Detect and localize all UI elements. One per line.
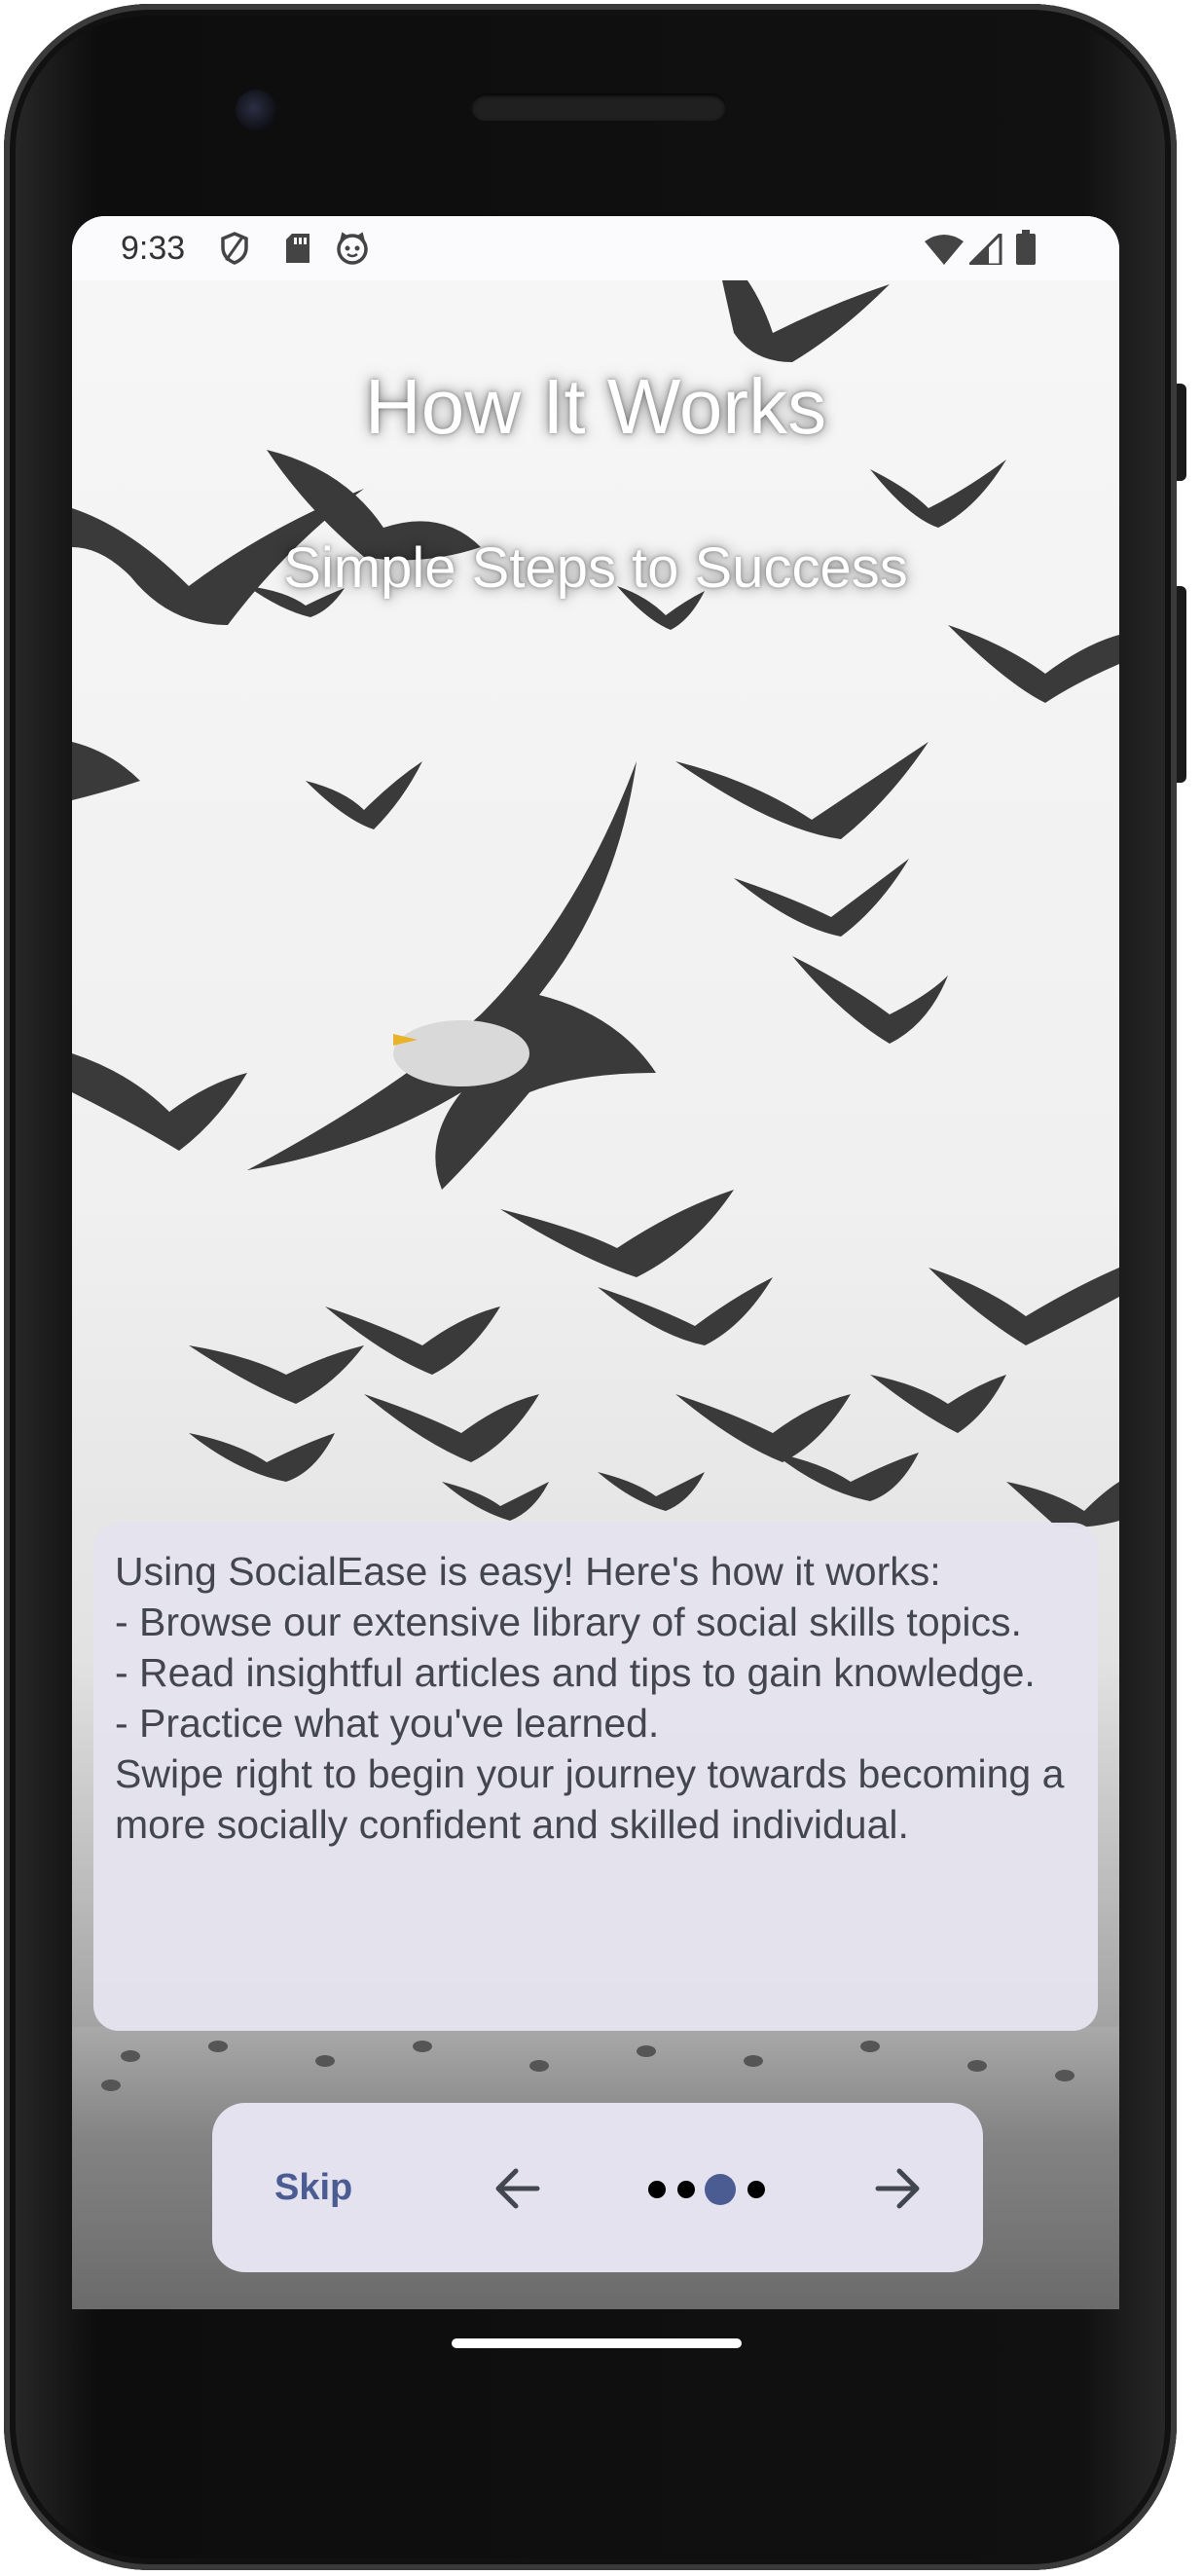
earpiece-speaker: [471, 93, 726, 121]
description-line: Swipe right to begin your journey toward…: [115, 1751, 1065, 1847]
wifi-icon: [925, 235, 964, 265]
description-line: Using SocialEase is easy! Here's how it …: [115, 1549, 941, 1594]
description-line: - Browse our extensive library of social…: [115, 1600, 1022, 1644]
home-indicator[interactable]: [452, 2338, 742, 2348]
face-icon: [337, 232, 368, 265]
onboarding-navigation-bar: Skip: [212, 2103, 983, 2272]
skip-button[interactable]: Skip: [274, 2167, 352, 2209]
status-time: 9:33: [121, 230, 186, 267]
battery-icon: [1016, 230, 1036, 265]
app-screen: 9:33 How It Works Simple Steps to Succes…: [72, 216, 1119, 2309]
page-dot: [648, 2181, 666, 2198]
volume-button: [1177, 586, 1186, 783]
sd-card-icon: [286, 234, 310, 263]
phone-frame: 9:33 How It Works Simple Steps to Succes…: [4, 4, 1186, 2570]
status-bar: 9:33: [72, 216, 1119, 280]
arrow-right-icon[interactable]: [860, 2152, 934, 2226]
page-subtitle: Simple Steps to Success: [283, 536, 908, 600]
power-button: [1177, 384, 1186, 481]
front-camera: [236, 90, 276, 130]
page-dot-active: [705, 2174, 736, 2205]
page-dot: [747, 2181, 765, 2198]
page-title: How It Works: [364, 363, 827, 450]
shield-icon: [221, 232, 248, 265]
arrow-left-icon[interactable]: [481, 2152, 555, 2226]
page-dot: [677, 2181, 695, 2198]
page-indicator: [648, 2171, 775, 2206]
signal-icon: [969, 234, 1002, 265]
description-line: - Practice what you've learned.: [115, 1701, 660, 1746]
description-card: Using SocialEase is easy! Here's how it …: [93, 1523, 1098, 2031]
description-line: - Read insightful articles and tips to g…: [115, 1650, 1036, 1695]
